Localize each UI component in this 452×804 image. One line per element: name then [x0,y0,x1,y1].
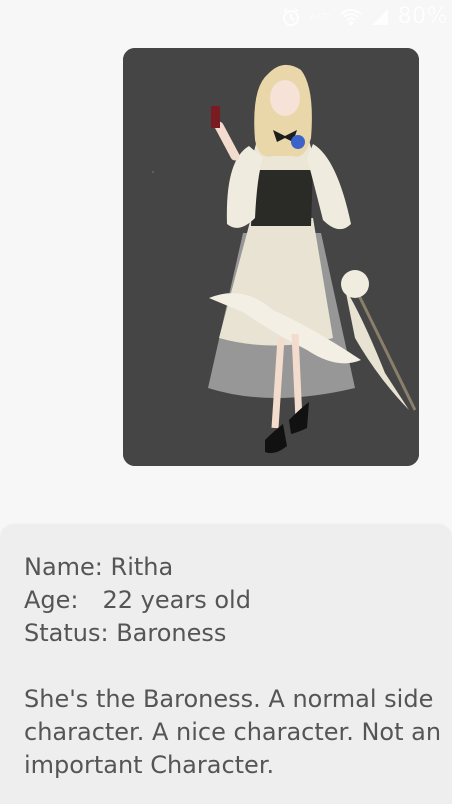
status-line: Status: Baroness [24,617,448,650]
status-label: Status: [24,619,109,647]
status-bar: VoLTE 80% [0,0,452,36]
status-icons: VoLTE 80% [281,4,448,29]
volte-label: VoLTE [308,11,332,21]
alarm-icon [281,7,301,27]
character-info-panel: Name: Ritha Age: 22 years old Status: Bar… [0,525,452,804]
name-line: Name: Ritha [24,551,448,584]
character-artwork [123,48,419,466]
volte-icon: VoLTE [308,11,332,21]
age-label: Age: [24,586,79,614]
age-line: Age: 22 years old [24,584,448,617]
character-info-text: Name: Ritha Age: 22 years old Status: Bar… [24,551,448,782]
wifi-icon [339,8,362,26]
signal-icon [370,8,390,26]
name-value: Ritha [110,553,174,581]
name-label: Name: [24,553,103,581]
status-value: Baroness [116,619,227,647]
character-image[interactable] [123,48,419,466]
battery-percent: 80% [397,4,448,29]
character-description: She's the Baroness. A normal side charac… [24,685,442,779]
age-value: 22 years old [102,586,251,614]
